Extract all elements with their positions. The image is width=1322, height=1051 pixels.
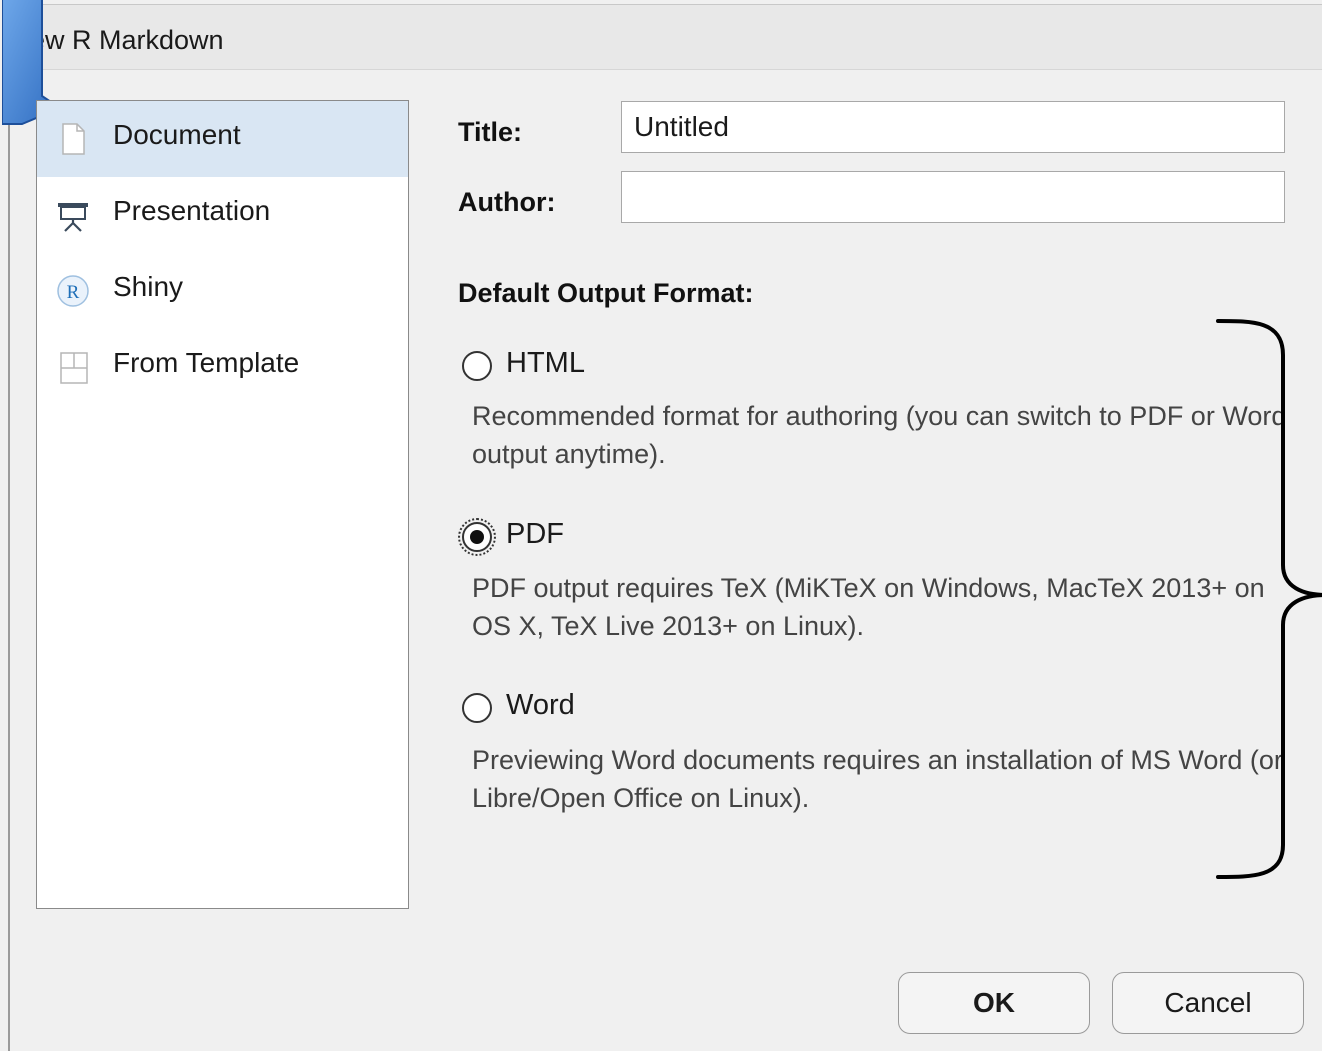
r-shiny-icon: R [57,275,89,307]
template-icon [60,352,88,384]
html-radio[interactable] [462,351,492,381]
word-description: Previewing Word documents requires an in… [472,745,1283,813]
sidebar-item-presentation[interactable]: Presentation [37,177,408,253]
dialog-titlebar[interactable]: ew R Markdown [10,4,1322,70]
word-radio-label[interactable]: Word [506,689,575,722]
html-description: Recommended format for authoring (you ca… [472,401,1287,469]
document-type-list: Document Presentation R Shiny From Templ… [36,100,409,909]
pdf-radio-label[interactable]: PDF [506,518,564,551]
sidebar-item-shiny[interactable]: R Shiny [37,253,408,329]
author-input[interactable] [621,171,1285,223]
output-format-heading: Default Output Format: [458,278,754,308]
title-label: Title: [458,117,523,147]
title-input[interactable] [621,101,1285,153]
svg-text:R: R [67,282,80,303]
cancel-button[interactable]: Cancel [1112,972,1304,1034]
sidebar-item-label: From Template [113,347,300,378]
sidebar-item-label: Document [113,119,241,150]
html-radio-label[interactable]: HTML [506,347,585,380]
sidebar-item-from-template[interactable]: From Template [37,329,408,405]
curly-brace-annotation [1216,319,1322,879]
word-radio[interactable] [462,693,492,723]
pdf-radio[interactable] [458,518,496,556]
sidebar-item-document[interactable]: Document [37,101,408,177]
presentation-icon [58,203,88,232]
document-icon [62,123,85,155]
sidebar-item-label: Presentation [113,195,271,226]
sidebar-item-label: Shiny [113,271,184,302]
ok-button[interactable]: OK [898,972,1090,1034]
author-label: Author: [458,187,556,217]
new-r-markdown-dialog: ew R Markdown Document Presentation R Sh… [2,0,1322,1051]
pdf-description: PDF output requires TeX (MiKTeX on Windo… [472,573,1265,641]
